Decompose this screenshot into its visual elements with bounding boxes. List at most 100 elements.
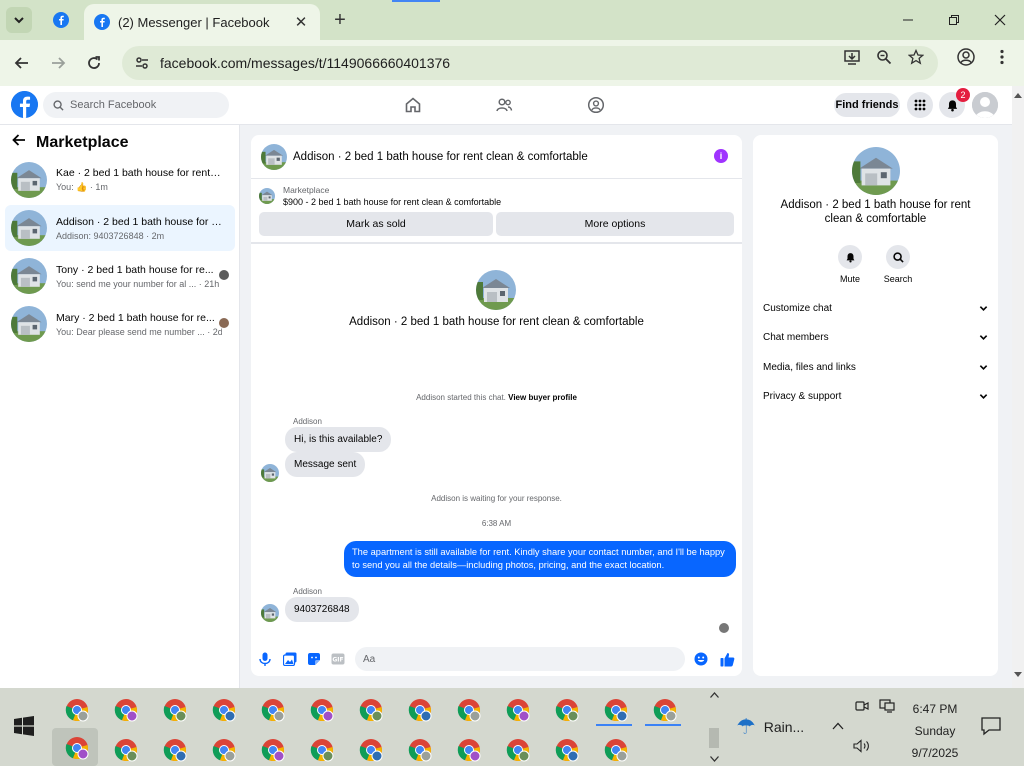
bookmark-star-icon[interactable] xyxy=(906,47,926,67)
account-avatar[interactable] xyxy=(972,92,998,118)
more-options-button[interactable]: More options xyxy=(496,212,734,236)
taskbar-chrome-icon[interactable] xyxy=(161,736,189,764)
volume-icon[interactable] xyxy=(852,738,872,754)
customize-chat-section[interactable]: Customize chat xyxy=(763,297,988,319)
restore-button[interactable] xyxy=(932,6,976,34)
network-icon[interactable] xyxy=(878,698,896,714)
taskbar-chrome-icon[interactable] xyxy=(308,696,336,724)
tab-close-button[interactable]: ✕ xyxy=(292,13,310,31)
view-buyer-profile-link[interactable]: View buyer profile xyxy=(508,393,577,402)
taskbar-chrome-icon[interactable] xyxy=(357,696,385,724)
gallery-icon[interactable] xyxy=(282,651,298,667)
minimize-button[interactable] xyxy=(886,6,930,34)
page-scrollbar[interactable] xyxy=(1012,86,1024,688)
taskbar-chrome-icon[interactable] xyxy=(602,696,630,724)
tab-search-button[interactable] xyxy=(6,7,32,33)
nav-friends[interactable] xyxy=(490,93,518,117)
info-icon[interactable]: i xyxy=(714,149,728,163)
mark-as-sold-button[interactable]: Mark as sold xyxy=(259,212,493,236)
listing-summary[interactable]: Marketplace $900 - 2 bed 1 bath house fo… xyxy=(259,185,501,207)
taskbar-scrollbar[interactable] xyxy=(706,688,722,766)
taskbar-chrome-icon[interactable] xyxy=(455,736,483,764)
meet-now-icon[interactable] xyxy=(854,698,870,714)
taskbar-chrome-icon[interactable] xyxy=(210,736,238,764)
browser-menu-icon[interactable] xyxy=(992,47,1012,67)
listing-thumbnail xyxy=(11,210,47,246)
close-window-button[interactable] xyxy=(978,6,1022,34)
search-in-chat-button[interactable]: Search xyxy=(878,245,918,284)
reload-button[interactable] xyxy=(80,49,108,77)
new-tab-button[interactable]: + xyxy=(326,6,354,34)
taskbar-chrome-icon[interactable] xyxy=(504,736,532,764)
like-icon[interactable] xyxy=(719,651,735,667)
show-hidden-icons-chevron-icon[interactable] xyxy=(830,718,846,734)
taskbar-chrome-icon[interactable] xyxy=(259,696,287,724)
taskbar-chrome-icon[interactable] xyxy=(52,728,98,766)
taskbar-chrome-icon[interactable] xyxy=(210,696,238,724)
weather-widget[interactable]: ☂ Rain... xyxy=(736,714,804,740)
chrome-icon xyxy=(506,698,530,722)
windows-start-icon[interactable] xyxy=(14,716,34,736)
sticker-icon[interactable] xyxy=(306,651,322,667)
conversation-item[interactable]: Kae · 2 bed 1 bath house for rent c... Y… xyxy=(5,157,235,203)
profile-icon[interactable] xyxy=(956,47,976,67)
taskbar-chrome-icon[interactable] xyxy=(259,736,287,764)
chat-members-section[interactable]: Chat members xyxy=(763,326,988,348)
find-friends-button[interactable]: Find friends xyxy=(834,93,900,117)
taskbar-chrome-icon[interactable] xyxy=(406,736,434,764)
taskbar-chrome-icon[interactable] xyxy=(161,696,189,724)
scroll-up-icon[interactable] xyxy=(710,692,719,698)
site-settings-icon[interactable] xyxy=(134,55,150,71)
taskbar-chrome-icon[interactable] xyxy=(553,736,581,764)
scroll-down-icon[interactable] xyxy=(1014,672,1022,678)
system-clock[interactable]: 6:47 PM Sunday 9/7/2025 xyxy=(904,698,966,764)
message-input[interactable]: Aa xyxy=(355,647,685,671)
chrome-icon xyxy=(212,738,236,762)
emoji-icon[interactable] xyxy=(693,651,709,667)
conversation-item[interactable]: Mary · 2 bed 1 bath house for re... You:… xyxy=(5,301,235,347)
scroll-down-icon[interactable] xyxy=(710,756,719,762)
back-button[interactable] xyxy=(8,49,36,77)
sender-avatar[interactable] xyxy=(261,604,279,622)
zoom-icon[interactable] xyxy=(874,47,894,67)
scroll-thumb[interactable] xyxy=(709,728,719,748)
taskbar-chrome-icon[interactable] xyxy=(504,696,532,724)
taskbar-chrome-icon[interactable] xyxy=(112,696,140,724)
sender-avatar[interactable] xyxy=(261,464,279,482)
taskbar-chrome-icon[interactable] xyxy=(308,736,336,764)
taskbar-chrome-icon[interactable] xyxy=(602,736,630,764)
conversation-item[interactable]: Tony · 2 bed 1 bath house for re... You:… xyxy=(5,253,235,299)
chat-header-title[interactable]: Addison · 2 bed 1 bath house for rent cl… xyxy=(293,151,588,163)
taskbar-chrome-icon[interactable] xyxy=(553,696,581,724)
facebook-logo[interactable] xyxy=(11,91,38,118)
taskbar-chrome-icon[interactable] xyxy=(63,696,91,724)
scroll-up-icon[interactable] xyxy=(1014,92,1022,98)
nav-home[interactable] xyxy=(399,93,427,117)
media-files-links-section[interactable]: Media, files and links xyxy=(763,356,988,378)
mute-button[interactable]: Mute xyxy=(830,245,870,284)
chat-header-thumbnail[interactable] xyxy=(261,144,287,170)
back-arrow-icon[interactable] xyxy=(12,133,26,152)
taskbar-chrome-icon[interactable] xyxy=(357,736,385,764)
chrome-icon xyxy=(359,698,383,722)
taskbar-chrome-icon[interactable] xyxy=(112,736,140,764)
url-text[interactable]: facebook.com/messages/t/1149066660401376 xyxy=(160,55,450,71)
address-bar[interactable]: facebook.com/messages/t/1149066660401376 xyxy=(122,46,938,80)
pinned-tab-facebook[interactable] xyxy=(46,6,76,34)
conversation-item-active[interactable]: Addison · 2 bed 1 bath house for r... Ad… xyxy=(5,205,235,251)
taskbar-chrome-icon[interactable] xyxy=(651,696,679,724)
facebook-search-input[interactable]: Search Facebook xyxy=(43,92,229,118)
privacy-support-section[interactable]: Privacy & support xyxy=(763,385,988,407)
forward-button[interactable] xyxy=(44,49,72,77)
active-browser-tab[interactable]: (2) Messenger | Facebook ✕ xyxy=(84,4,320,40)
taskbar-chrome-icon[interactable] xyxy=(455,696,483,724)
taskbar-chrome-icon[interactable] xyxy=(406,696,434,724)
microphone-icon[interactable] xyxy=(257,651,273,667)
menu-button[interactable] xyxy=(907,92,933,118)
nav-groups[interactable] xyxy=(582,93,610,117)
notifications-chat-icon[interactable] xyxy=(980,716,1002,736)
facebook-icon xyxy=(94,14,110,30)
install-app-icon[interactable] xyxy=(842,47,862,67)
facebook-icon xyxy=(53,12,69,28)
gif-icon[interactable]: GIF xyxy=(330,651,346,667)
